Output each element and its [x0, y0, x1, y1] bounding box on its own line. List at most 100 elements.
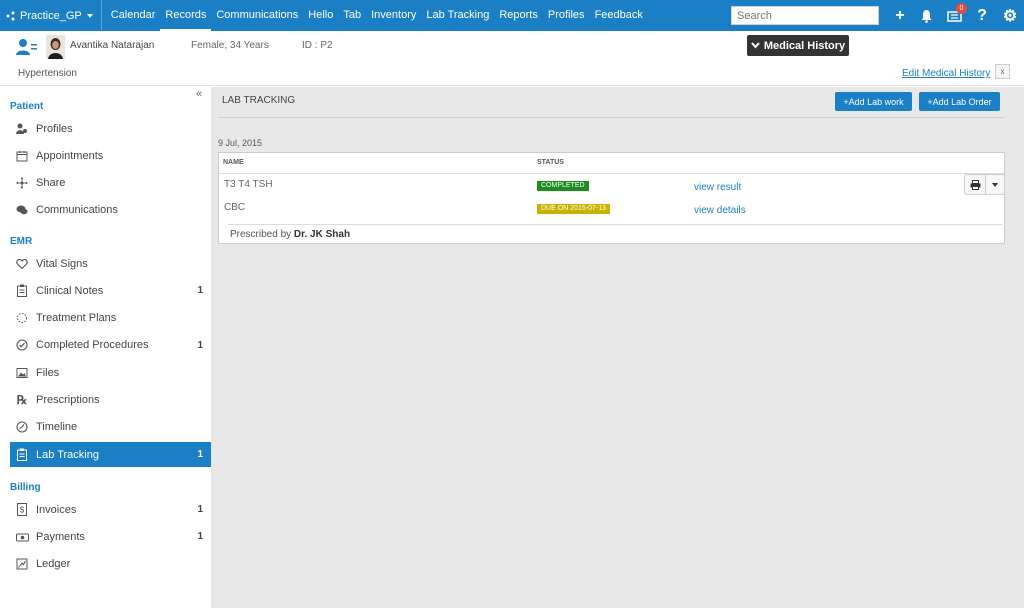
- svg-text:$: $: [20, 506, 25, 515]
- gear-icon[interactable]: ⚙: [998, 0, 1022, 31]
- sidebar-item-label: Communications: [36, 204, 118, 217]
- sidebar-item-vital-signs[interactable]: Vital Signs: [10, 251, 211, 276]
- add-lab-order-button[interactable]: +Add Lab Order: [919, 92, 1000, 111]
- sidebar-item-label: Timeline: [36, 421, 78, 434]
- sidebar-item-label: Share: [36, 177, 66, 190]
- sidebar-item-clinical-notes[interactable]: Clinical Notes 1: [10, 278, 211, 303]
- search-input[interactable]: [731, 6, 879, 25]
- sidebar-item-lab-tracking[interactable]: Lab Tracking 1: [10, 442, 211, 468]
- heart-icon: [15, 257, 29, 271]
- lab-icon: [15, 448, 29, 462]
- nav-item-inventory[interactable]: Inventory: [366, 0, 421, 31]
- sidebar-item-profiles[interactable]: Profiles: [10, 116, 211, 141]
- sidebar-item-share[interactable]: Share: [10, 171, 211, 196]
- view-details-link[interactable]: view details: [694, 205, 746, 216]
- chevron-down-icon: [751, 42, 760, 49]
- bell-icon[interactable]: [914, 0, 938, 31]
- clipboard-icon: [15, 284, 29, 298]
- dotted-circle-icon: [15, 311, 29, 325]
- sidebar-item-count: 1: [197, 285, 203, 297]
- print-options-dropdown[interactable]: [986, 182, 1004, 187]
- sidebar-item-label: Ledger: [36, 558, 71, 571]
- sidebar-item-communications[interactable]: Communications: [10, 198, 211, 223]
- clock-icon: [15, 420, 29, 434]
- nav-item-records[interactable]: Records: [160, 0, 212, 31]
- image-icon: [15, 366, 29, 380]
- notification-badge: 0: [956, 3, 967, 14]
- order-date: 9 Jul, 2015: [218, 138, 263, 148]
- avatar[interactable]: [46, 35, 65, 59]
- nav-item-communications[interactable]: Communications: [211, 0, 303, 31]
- patient-name[interactable]: Avantika Natarajan: [70, 40, 154, 51]
- rx-icon: ℞: [16, 392, 28, 407]
- status-badge: COMPLETED: [537, 181, 589, 191]
- share-icon: [15, 176, 29, 190]
- patient-id: ID : P2: [302, 40, 333, 51]
- condition-text: Hypertension: [18, 68, 77, 79]
- collapse-icon[interactable]: «: [196, 88, 202, 100]
- nav-item-lab-tracking[interactable]: Lab Tracking: [421, 0, 494, 31]
- practice-name: Practice_GP: [20, 9, 82, 22]
- sidebar-item-label: Prescriptions: [36, 394, 100, 406]
- add-lab-work-button[interactable]: +Add Lab work: [835, 92, 912, 111]
- practice-selector[interactable]: Practice_GP: [0, 0, 101, 31]
- payment-icon: [15, 530, 29, 544]
- column-header-status: STATUS: [537, 159, 564, 166]
- sidebar-item-count: 1: [197, 531, 203, 543]
- sidebar-item-invoices[interactable]: $ Invoices 1: [10, 497, 211, 522]
- column-header-name: NAME: [223, 159, 244, 166]
- profiles-icon: [15, 122, 29, 136]
- prescriber-name: Dr. JK Shah: [293, 229, 351, 240]
- sidebar-item-prescriptions[interactable]: ℞ Prescriptions: [10, 388, 211, 413]
- plus-icon[interactable]: +: [888, 0, 912, 31]
- medical-history-button[interactable]: Medical History: [747, 35, 849, 56]
- nav-item-hello[interactable]: Hello: [303, 0, 338, 31]
- sidebar-item-completed-procedures[interactable]: Completed Procedures 1: [10, 333, 211, 358]
- calendar-icon: [15, 149, 29, 163]
- sidebar-item-label: Lab Tracking: [36, 448, 99, 461]
- nav-item-reports[interactable]: Reports: [494, 0, 543, 31]
- help-icon[interactable]: ?: [970, 0, 994, 31]
- sidebar-item-label: Completed Procedures: [36, 339, 149, 352]
- divider: [218, 117, 1005, 118]
- patient-gender-age: Female, 34 Years: [191, 40, 269, 51]
- sidebar-item-label: Clinical Notes: [36, 284, 104, 297]
- sidebar-section-patient: Patient: [10, 101, 44, 112]
- lab-test-name: T3 T4 TSH: [224, 179, 273, 190]
- check-circle-icon: [15, 338, 29, 352]
- sidebar-item-payments[interactable]: Payments 1: [10, 524, 211, 549]
- nav-item-feedback[interactable]: Feedback: [590, 0, 648, 31]
- main-nav: Calendar Records Communications Hello Tab Inv…: [102, 0, 648, 31]
- sidebar: Patient Profiles Appointments Share Communic…: [0, 87, 211, 608]
- prescribed-by: Prescribed by Dr. JK Shah: [230, 229, 350, 240]
- practice-icon: [6, 11, 15, 20]
- view-result-link[interactable]: view result: [694, 182, 741, 193]
- chevron-down-icon: [86, 13, 93, 18]
- nav-item-calendar[interactable]: Calendar: [106, 0, 161, 31]
- sidebar-item-label: Appointments: [36, 149, 104, 162]
- sidebar-item-count: 1: [197, 449, 203, 461]
- patient-card-icon: [16, 39, 37, 55]
- print-button-group: [964, 174, 1005, 195]
- page-title: LAB TRACKING: [222, 95, 296, 106]
- prescribed-by-label: Prescribed by: [230, 229, 292, 240]
- sidebar-item-timeline[interactable]: Timeline: [10, 415, 211, 440]
- nav-item-tab[interactable]: Tab: [338, 0, 366, 31]
- sidebar-item-treatment-plans[interactable]: Treatment Plans: [10, 306, 211, 331]
- close-button[interactable]: x: [995, 64, 1010, 79]
- sidebar-item-label: Payments: [36, 530, 85, 543]
- print-button[interactable]: [965, 175, 987, 194]
- sidebar-item-ledger[interactable]: Ledger: [10, 552, 211, 577]
- sidebar-item-label: Treatment Plans: [36, 312, 117, 325]
- edit-medical-history-link[interactable]: Edit Medical History: [902, 68, 990, 79]
- sidebar-item-label: Profiles: [36, 122, 73, 135]
- sidebar-section-billing: Billing: [10, 482, 41, 493]
- status-badge: DUE ON 2015-07-13: [537, 204, 610, 214]
- nav-item-profiles[interactable]: Profiles: [543, 0, 590, 31]
- sidebar-section-emr: EMR: [10, 236, 33, 247]
- sidebar-item-files[interactable]: Files: [10, 360, 211, 385]
- print-icon: [970, 179, 981, 190]
- ledger-icon: [15, 557, 29, 571]
- sidebar-item-appointments[interactable]: Appointments: [10, 143, 211, 168]
- divider: [219, 173, 1004, 174]
